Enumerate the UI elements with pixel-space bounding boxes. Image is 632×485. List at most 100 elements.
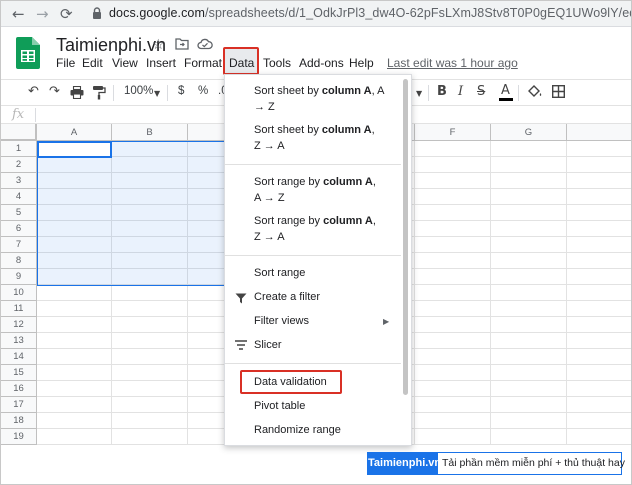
grid-cell[interactable] xyxy=(37,317,112,333)
grid-cell[interactable] xyxy=(415,189,491,205)
menu-item-sort-sheet-za[interactable]: Sort sheet by column A, Z → A xyxy=(254,122,384,154)
grid-cell[interactable] xyxy=(112,301,188,317)
fill-color-icon[interactable] xyxy=(528,85,543,99)
grid-cell[interactable] xyxy=(37,333,112,349)
cloud-status-icon[interactable] xyxy=(197,38,213,50)
grid-cell[interactable] xyxy=(37,381,112,397)
percent-format-button[interactable]: % xyxy=(198,85,208,97)
grid-cell[interactable] xyxy=(415,365,491,381)
font-size-dropdown-icon[interactable]: ▼ xyxy=(416,86,422,102)
grid-cell[interactable] xyxy=(491,221,567,237)
undo-icon[interactable]: ↶ xyxy=(28,84,39,100)
grid-cell[interactable] xyxy=(415,333,491,349)
grid-cell[interactable] xyxy=(415,413,491,429)
grid-cell[interactable] xyxy=(112,381,188,397)
borders-icon[interactable] xyxy=(552,85,565,98)
row-header[interactable]: 1 xyxy=(1,141,37,157)
grid-cell[interactable] xyxy=(567,381,631,397)
grid-cell[interactable] xyxy=(567,157,631,173)
grid-cell[interactable] xyxy=(112,349,188,365)
grid-cell[interactable] xyxy=(567,413,631,429)
grid-cell[interactable] xyxy=(491,381,567,397)
print-icon[interactable] xyxy=(70,86,84,99)
grid-cell[interactable] xyxy=(567,141,631,157)
grid-cell[interactable] xyxy=(415,253,491,269)
grid-cell[interactable] xyxy=(415,429,491,445)
zoom-dropdown-icon[interactable]: ▼ xyxy=(154,86,160,102)
row-header[interactable]: 7 xyxy=(1,237,37,253)
grid-cell[interactable] xyxy=(491,365,567,381)
column-header-blank[interactable] xyxy=(567,124,631,141)
paint-format-icon[interactable] xyxy=(92,85,106,100)
grid-cell[interactable] xyxy=(567,333,631,349)
menu-data[interactable]: Data xyxy=(229,56,254,70)
grid-cell[interactable] xyxy=(37,413,112,429)
grid-cell[interactable] xyxy=(112,397,188,413)
grid-cell[interactable] xyxy=(491,253,567,269)
grid-cell[interactable] xyxy=(415,141,491,157)
grid-cell[interactable] xyxy=(112,285,188,301)
row-header[interactable]: 2 xyxy=(1,157,37,173)
grid-cell[interactable] xyxy=(37,429,112,445)
menu-item-sort-range-az[interactable]: Sort range by column A, A → Z xyxy=(254,174,384,206)
row-header[interactable]: 16 xyxy=(1,381,37,397)
last-edit-link[interactable]: Last edit was 1 hour ago xyxy=(387,56,518,70)
grid-cell[interactable] xyxy=(567,189,631,205)
row-header[interactable]: 14 xyxy=(1,349,37,365)
strikethrough-icon[interactable]: S xyxy=(477,84,485,100)
grid-cell[interactable] xyxy=(415,269,491,285)
grid-cell[interactable] xyxy=(37,397,112,413)
menu-file[interactable]: File xyxy=(56,56,75,70)
grid-cell[interactable] xyxy=(112,317,188,333)
redo-icon[interactable]: ↷ xyxy=(49,84,60,100)
menu-item-randomize-range[interactable]: Randomize range xyxy=(254,422,384,438)
grid-cell[interactable] xyxy=(567,269,631,285)
column-header-a[interactable]: A xyxy=(37,124,112,141)
menu-edit[interactable]: Edit xyxy=(82,56,103,70)
grid-cell[interactable] xyxy=(415,237,491,253)
grid-cell[interactable] xyxy=(491,317,567,333)
row-header[interactable]: 8 xyxy=(1,253,37,269)
row-header[interactable]: 12 xyxy=(1,317,37,333)
grid-cell[interactable] xyxy=(112,429,188,445)
google-sheets-logo-icon[interactable] xyxy=(16,37,40,69)
grid-cell[interactable] xyxy=(491,397,567,413)
grid-cell[interactable] xyxy=(491,349,567,365)
star-icon[interactable]: ☆ xyxy=(152,37,165,53)
menu-add-ons[interactable]: Add-ons xyxy=(299,56,344,70)
row-header[interactable]: 17 xyxy=(1,397,37,413)
select-all-corner[interactable] xyxy=(1,124,37,141)
grid-cell[interactable] xyxy=(415,173,491,189)
reload-icon[interactable]: ⟳ xyxy=(60,5,73,23)
menu-view[interactable]: View xyxy=(112,56,138,70)
menu-scrollbar[interactable] xyxy=(403,79,408,395)
text-color-icon[interactable]: A xyxy=(498,82,514,101)
grid-cell[interactable] xyxy=(567,301,631,317)
grid-cell[interactable] xyxy=(567,253,631,269)
grid-cell[interactable] xyxy=(491,173,567,189)
grid-cell[interactable] xyxy=(37,301,112,317)
row-header[interactable]: 9 xyxy=(1,269,37,285)
grid-cell[interactable] xyxy=(415,285,491,301)
grid-cell[interactable] xyxy=(415,317,491,333)
menu-insert[interactable]: Insert xyxy=(146,56,176,70)
grid-cell[interactable] xyxy=(415,381,491,397)
grid-cell[interactable] xyxy=(567,429,631,445)
menu-item-filter-views[interactable]: Filter views xyxy=(254,313,384,329)
grid-cell[interactable] xyxy=(567,237,631,253)
row-header[interactable]: 6 xyxy=(1,221,37,237)
row-header[interactable]: 10 xyxy=(1,285,37,301)
grid-cell[interactable] xyxy=(491,157,567,173)
grid-cell[interactable] xyxy=(112,333,188,349)
move-folder-icon[interactable] xyxy=(175,38,189,50)
grid-cell[interactable] xyxy=(491,285,567,301)
grid-cell[interactable] xyxy=(567,365,631,381)
grid-cell[interactable] xyxy=(415,205,491,221)
grid-cell[interactable] xyxy=(567,317,631,333)
grid-cell[interactable] xyxy=(112,365,188,381)
grid-cell[interactable] xyxy=(491,269,567,285)
menu-item-sort-sheet-az[interactable]: Sort sheet by column A, A → Z xyxy=(254,83,384,115)
menu-format[interactable]: Format xyxy=(184,56,222,70)
row-header[interactable]: 15 xyxy=(1,365,37,381)
grid-cell[interactable] xyxy=(567,349,631,365)
